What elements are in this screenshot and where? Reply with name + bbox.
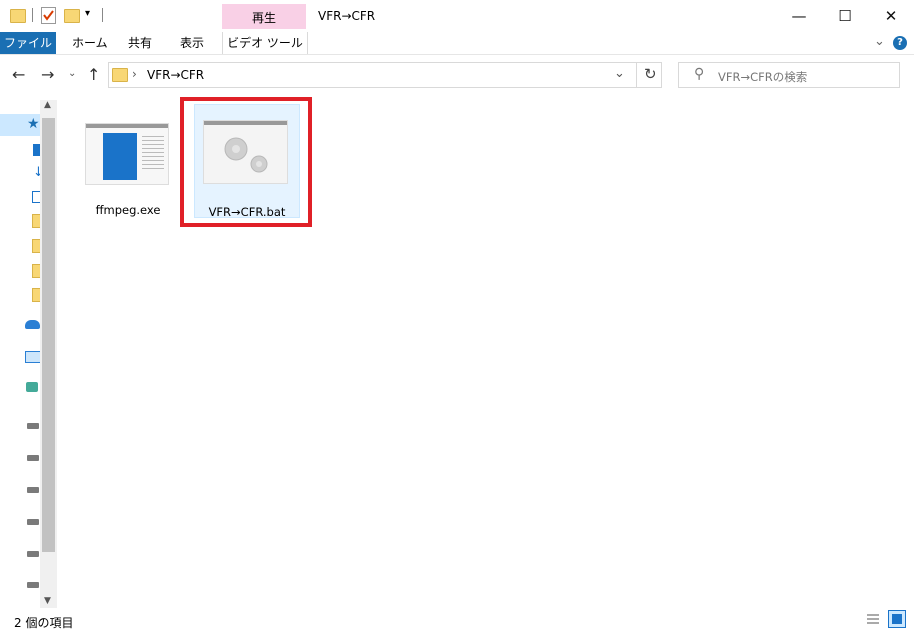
forward-button[interactable]: → bbox=[41, 65, 54, 84]
scrollbar-thumb[interactable] bbox=[42, 118, 55, 552]
refresh-icon[interactable]: ↻ bbox=[644, 65, 657, 83]
divider bbox=[0, 54, 914, 55]
ribbon-expand-icon[interactable]: ⌄ bbox=[874, 34, 885, 49]
divider bbox=[636, 62, 637, 88]
drive-icon[interactable] bbox=[27, 582, 39, 588]
tab-home[interactable]: ホーム bbox=[72, 32, 108, 54]
large-icons-view-icon[interactable] bbox=[888, 610, 906, 628]
new-folder-icon[interactable] bbox=[64, 9, 80, 23]
drive-icon[interactable] bbox=[27, 519, 39, 525]
recent-locations-icon[interactable]: ⌄ bbox=[68, 68, 76, 79]
drive-icon[interactable] bbox=[27, 551, 39, 557]
divider bbox=[102, 8, 103, 22]
details-view-icon[interactable] bbox=[866, 612, 880, 626]
tab-view[interactable]: 表示 bbox=[180, 32, 204, 54]
exe-window-icon[interactable] bbox=[85, 123, 169, 185]
folder-icon bbox=[112, 68, 128, 82]
network-icon[interactable] bbox=[26, 382, 38, 392]
address-dropdown-icon[interactable]: ⌄ bbox=[614, 66, 625, 81]
help-icon[interactable]: ? bbox=[893, 36, 907, 50]
drive-icon[interactable] bbox=[27, 423, 39, 429]
tab-share[interactable]: 共有 bbox=[128, 32, 152, 54]
back-button[interactable]: ← bbox=[12, 65, 25, 84]
scroll-down-icon[interactable]: ▼ bbox=[44, 596, 51, 606]
drive-icon[interactable] bbox=[27, 487, 39, 493]
tab-file[interactable]: ファイル bbox=[0, 32, 56, 54]
properties-icon[interactable] bbox=[41, 7, 56, 24]
path-separator: › bbox=[132, 67, 137, 81]
maximize-button[interactable]: ☐ bbox=[822, 0, 868, 32]
path-segment[interactable]: VFR→CFR bbox=[147, 68, 204, 82]
highlight-box bbox=[180, 97, 312, 227]
file-name[interactable]: ffmpeg.exe bbox=[80, 203, 176, 217]
folder-icon bbox=[10, 9, 26, 23]
search-placeholder: VFR→CFRの検索 bbox=[718, 70, 808, 84]
drive-icon[interactable] bbox=[27, 455, 39, 461]
pc-icon[interactable] bbox=[25, 351, 41, 363]
status-item-count: 2 個の項目 bbox=[14, 616, 74, 630]
context-group-label: 再生 bbox=[251, 11, 276, 25]
scroll-up-icon[interactable]: ▲ bbox=[44, 100, 51, 110]
minimize-button[interactable]: — bbox=[776, 0, 822, 32]
tab-video-tools[interactable]: ビデオ ツール bbox=[222, 32, 308, 54]
divider bbox=[32, 8, 33, 22]
qat-customize-icon[interactable]: ▾ bbox=[85, 8, 90, 19]
star-icon: ★ bbox=[27, 116, 40, 132]
up-button[interactable]: ↑ bbox=[87, 65, 100, 84]
close-button[interactable]: ✕ bbox=[868, 0, 914, 32]
window-title: VFR→CFR bbox=[318, 9, 376, 23]
onedrive-icon[interactable] bbox=[25, 320, 40, 329]
search-icon: ⚲ bbox=[694, 66, 705, 82]
